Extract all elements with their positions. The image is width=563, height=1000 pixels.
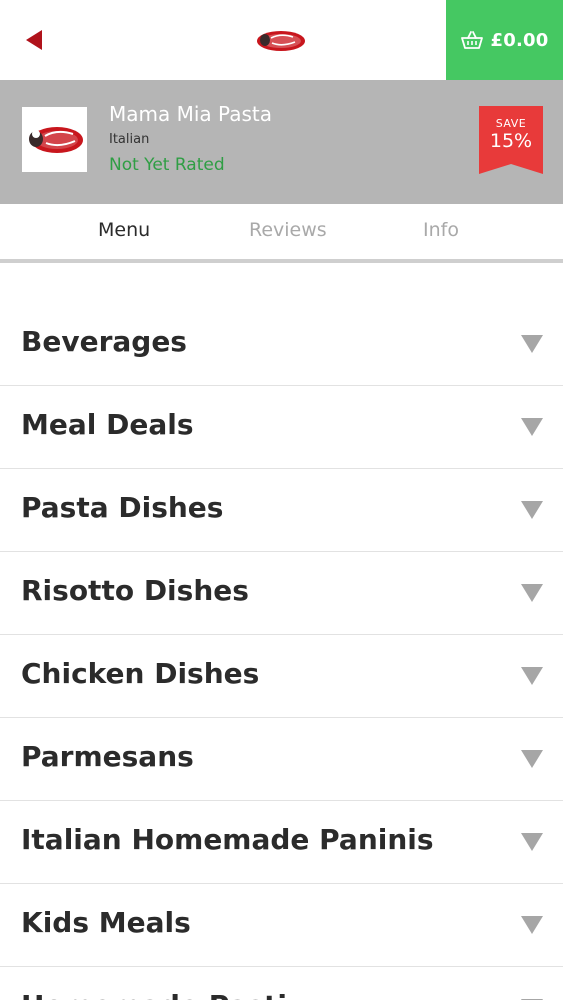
tab-bar: Menu Reviews Info <box>0 204 563 260</box>
back-arrow-icon <box>26 30 42 50</box>
chevron-down-icon <box>521 418 543 436</box>
restaurant-name: Mama Mia Pasta <box>109 102 272 126</box>
category-label: Kids Meals <box>21 906 191 939</box>
save-badge: SAVE 15% <box>479 106 543 174</box>
menu-category-kids-meals[interactable]: Kids Meals <box>0 884 563 967</box>
tab-divider <box>0 259 563 263</box>
tab-info[interactable]: Info <box>423 219 459 241</box>
category-label: Italian Homemade Paninis <box>21 823 434 856</box>
restaurant-logo-icon <box>28 126 83 153</box>
chevron-down-icon <box>521 667 543 685</box>
menu-category-meal-deals[interactable]: Meal Deals <box>0 386 563 469</box>
menu-category-chicken-dishes[interactable]: Chicken Dishes <box>0 635 563 718</box>
chevron-down-icon <box>521 584 543 602</box>
restaurant-logo <box>22 107 87 172</box>
category-label: Pasta Dishes <box>21 491 224 524</box>
menu-category-pasta-dishes[interactable]: Pasta Dishes <box>0 469 563 552</box>
tab-reviews[interactable]: Reviews <box>249 219 327 241</box>
basket-icon <box>460 31 483 49</box>
category-label: Risotto Dishes <box>21 574 249 607</box>
category-label: Homemade Pasti... <box>21 989 319 1000</box>
menu-category-risotto-dishes[interactable]: Risotto Dishes <box>0 552 563 635</box>
restaurant-cuisine: Italian <box>109 132 150 147</box>
back-button[interactable] <box>14 22 54 58</box>
category-label: Chicken Dishes <box>21 657 260 690</box>
menu-category-parmesans[interactable]: Parmesans <box>0 718 563 801</box>
category-label: Beverages <box>21 325 187 358</box>
menu-category-beverages[interactable]: Beverages <box>0 303 563 386</box>
chevron-down-icon <box>521 335 543 353</box>
restaurant-header: Mama Mia Pasta Italian Not Yet Rated SAV… <box>0 80 563 204</box>
menu-category-italian-homemade-paninis[interactable]: Italian Homemade Paninis <box>0 801 563 884</box>
cart-total: £0.00 <box>490 29 549 51</box>
save-label: SAVE <box>495 117 527 130</box>
menu-category-list: Beverages Meal Deals Pasta Dishes Risott… <box>0 303 563 1000</box>
tab-menu[interactable]: Menu <box>98 219 150 241</box>
restaurant-logo-icon <box>257 31 305 51</box>
category-label: Parmesans <box>21 740 194 773</box>
chevron-down-icon <box>521 916 543 934</box>
cart-button[interactable]: £0.00 <box>446 0 563 80</box>
top-bar: £0.00 <box>0 0 563 80</box>
chevron-down-icon <box>521 833 543 851</box>
menu-category-homemade-pasti[interactable]: Homemade Pasti... <box>0 967 563 1000</box>
save-value: 15% <box>489 130 533 152</box>
chevron-down-icon <box>521 501 543 519</box>
chevron-down-icon <box>521 750 543 768</box>
category-label: Meal Deals <box>21 408 194 441</box>
restaurant-rating: Not Yet Rated <box>109 155 225 175</box>
